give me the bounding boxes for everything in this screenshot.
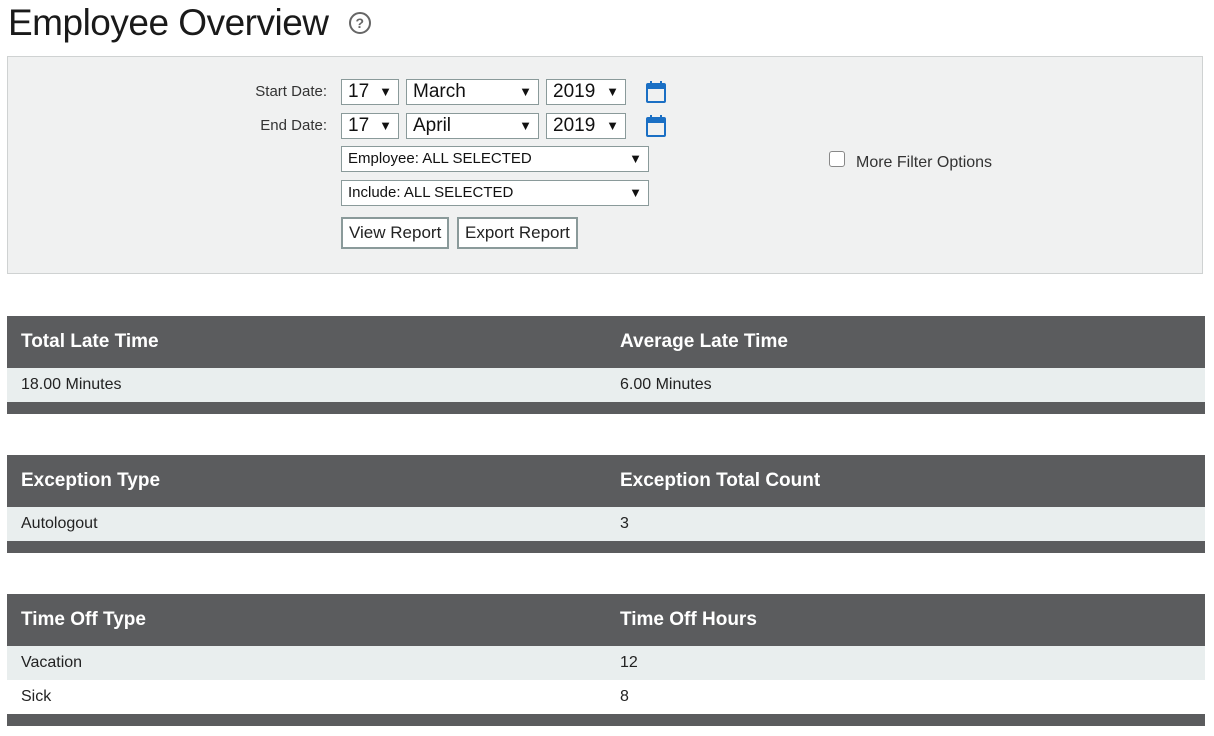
end-month-value: April	[413, 115, 452, 136]
table-cell: 8	[620, 688, 629, 705]
column-header: Time Off Hours	[620, 609, 757, 630]
column-header: Exception Total Count	[620, 470, 821, 491]
table-cell: Sick	[21, 688, 52, 705]
start-month-select[interactable]: March ▼	[406, 79, 539, 105]
more-filter-options-checkbox[interactable]	[829, 151, 845, 167]
export-report-button[interactable]: Export Report	[457, 217, 578, 249]
exception-table: Exception Type Exception Total Count Aut…	[7, 455, 1205, 553]
help-icon[interactable]: ?	[348, 12, 371, 34]
start-day-select[interactable]: 17 ▼	[341, 79, 399, 105]
table-row: Autologout 3	[7, 507, 1205, 541]
start-month-value: March	[413, 81, 466, 102]
page-title-text: Employee Overview	[8, 2, 329, 43]
chevron-down-icon: ▼	[606, 118, 619, 133]
chevron-down-icon: ▼	[629, 185, 642, 200]
table-cell: 12	[620, 654, 638, 671]
table-cell: Vacation	[21, 654, 83, 671]
table-footer	[7, 541, 1205, 553]
include-select[interactable]: Include: ALL SELECTED ▼	[341, 180, 649, 206]
table-footer	[7, 714, 1205, 726]
end-date-label: End Date:	[260, 117, 327, 134]
chevron-down-icon: ▼	[379, 118, 392, 133]
table-row: Sick 8	[7, 680, 1205, 714]
employee-select[interactable]: Employee: ALL SELECTED ▼	[341, 146, 649, 172]
table-row: 18.00 Minutes 6.00 Minutes	[7, 368, 1205, 402]
chevron-down-icon: ▼	[519, 84, 532, 99]
chevron-down-icon: ▼	[606, 84, 619, 99]
chevron-down-icon: ▼	[379, 84, 392, 99]
include-select-value: Include: ALL SELECTED	[348, 184, 514, 201]
table-header: Total Late Time Average Late Time	[7, 316, 1205, 368]
start-date-label: Start Date:	[255, 83, 327, 100]
column-header: Total Late Time	[21, 331, 159, 352]
more-filter-options-label[interactable]: More Filter Options	[856, 154, 992, 172]
column-header: Exception Type	[21, 470, 161, 491]
column-header: Average Late Time	[620, 331, 788, 352]
end-year-select[interactable]: 2019 ▼	[546, 113, 626, 139]
employee-select-value: Employee: ALL SELECTED	[348, 150, 532, 167]
start-year-value: 2019	[553, 81, 596, 102]
chevron-down-icon: ▼	[629, 151, 642, 166]
table-header: Exception Type Exception Total Count	[7, 455, 1205, 507]
time-off-table: Time Off Type Time Off Hours Vacation 12…	[7, 594, 1205, 726]
end-day-value: 17	[348, 115, 370, 136]
start-day-value: 17	[348, 81, 370, 102]
table-cell: 3	[620, 515, 629, 532]
end-calendar-icon[interactable]	[646, 115, 666, 137]
table-row: Vacation 12	[7, 646, 1205, 680]
filter-panel: Start Date: 17 ▼ March ▼ 2019 ▼ End Date…	[7, 56, 1203, 274]
column-header: Time Off Type	[21, 609, 146, 630]
end-year-value: 2019	[553, 115, 596, 136]
table-cell: Autologout	[21, 515, 98, 532]
start-year-select[interactable]: 2019 ▼	[546, 79, 626, 105]
table-header: Time Off Type Time Off Hours	[7, 594, 1205, 646]
view-report-button[interactable]: View Report	[341, 217, 450, 249]
start-calendar-icon[interactable]	[646, 81, 666, 103]
page-title: Employee Overview ?	[8, 2, 371, 44]
end-month-select[interactable]: April ▼	[406, 113, 539, 139]
chevron-down-icon: ▼	[519, 118, 532, 133]
table-cell: 6.00 Minutes	[620, 376, 712, 393]
end-day-select[interactable]: 17 ▼	[341, 113, 399, 139]
table-cell: 18.00 Minutes	[21, 376, 122, 393]
table-footer	[7, 402, 1205, 414]
late-time-table: Total Late Time Average Late Time 18.00 …	[7, 316, 1205, 414]
